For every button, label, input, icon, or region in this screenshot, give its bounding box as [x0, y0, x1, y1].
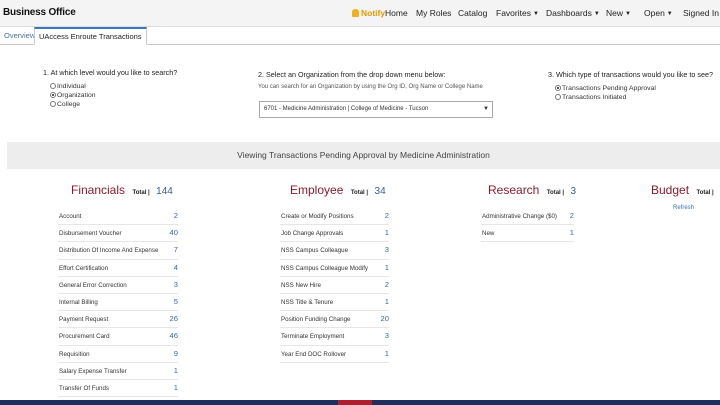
list-item: Effort Certification 4 — [58, 260, 178, 277]
radio-initiated[interactable]: Transactions Initiated — [555, 94, 713, 101]
nav-notify[interactable]: Notify — [352, 8, 385, 18]
list-item: General Error Correction 3 — [58, 277, 178, 294]
radio-organization[interactable]: Organization — [50, 92, 177, 99]
radio-pending-approval[interactable]: Transactions Pending Approval — [555, 85, 713, 92]
list-item: Create or Modify Positions 2 — [280, 208, 389, 226]
employee-header: Employee Total | 34 — [290, 181, 386, 199]
list-item: Requisition 9 — [58, 346, 178, 363]
list-item: Disbursement Voucher 40 — [58, 225, 178, 243]
list-item: Administrative Change ($0) 2 — [481, 208, 574, 226]
total-label: Total | — [696, 190, 714, 196]
refresh-link[interactable]: Refresh — [673, 205, 694, 211]
nav-signed-in-user[interactable]: Signed In Wilbrn — [683, 8, 720, 18]
list-item: NSS New Hire 2 — [280, 277, 389, 294]
nav-new[interactable]: New ▼ — [606, 8, 631, 18]
list-item: New 1 — [481, 225, 574, 243]
level-question-title: 1. At which level would you like to sear… — [43, 68, 178, 77]
total-label: Total | — [546, 190, 565, 196]
employee-total[interactable]: 34 — [375, 186, 386, 197]
employee-list: Create or Modify Positions 2 Job Change A… — [280, 208, 389, 363]
list-item: Salary Expense Transfer 1 — [58, 363, 178, 380]
top-navigation-bar: Business Office Notify Home My Roles Cat… — [0, 0, 720, 27]
radio-icon — [555, 94, 561, 100]
list-item: Internal Billing 5 — [58, 294, 178, 312]
list-item: NSS Campus Colleague Modify 1 — [280, 260, 389, 277]
financials-total[interactable]: 144 — [156, 186, 173, 197]
tab-uaccess-enroute-transactions[interactable]: UAccess Enroute Transactions — [34, 27, 147, 45]
organization-select-value: 6701 - Medicine Administration | College… — [264, 106, 429, 112]
radio-icon — [50, 101, 56, 107]
total-label: Total | — [350, 190, 369, 196]
organization-select[interactable]: 6701 - Medicine Administration | College… — [259, 101, 493, 118]
footer-stripe — [0, 400, 720, 405]
dropdown-arrow-icon: ▼ — [483, 106, 489, 112]
list-item: Year End DOC Rollover 1 — [280, 346, 389, 363]
list-item: Distribution Of Income And Expense 7 — [58, 242, 178, 260]
organization-hint: You can search for an Organization by us… — [258, 84, 483, 90]
list-item: NSS Campus Colleague 3 — [280, 242, 389, 260]
organization-question-title: 2. Select an Organization from the drop … — [258, 70, 446, 79]
nav-favorites[interactable]: Favorites ▼ — [496, 8, 539, 18]
nav-open[interactable]: Open ▼ — [644, 8, 673, 18]
employee-title: Employee — [290, 183, 344, 197]
transaction-type-question-title: 3. Which type of transactions would you … — [548, 70, 714, 79]
nav-catalog[interactable]: Catalog — [458, 8, 487, 18]
budget-header: Budget Total | 0 — [651, 181, 720, 199]
nav-home[interactable]: Home — [385, 8, 408, 18]
transaction-type-question: 3. Which type of transactions would you … — [548, 70, 713, 101]
organization-question: 2. Select an Organization from the drop … — [258, 70, 483, 90]
list-item: Position Funding Change 20 — [280, 311, 389, 329]
caret-down-icon: ▼ — [625, 11, 631, 17]
list-item: Transfer Of Funds 1 — [58, 380, 178, 398]
list-item: Procurement Card 46 — [58, 328, 178, 346]
radio-icon — [50, 83, 56, 89]
footer-accent — [338, 400, 372, 405]
caret-down-icon: ▼ — [593, 11, 600, 17]
total-label: Total | — [132, 190, 150, 196]
research-total[interactable]: 3 — [571, 186, 577, 197]
tab-strip: Overview UAccess Enroute Transactions — [0, 27, 720, 45]
budget-title: Budget — [651, 183, 690, 197]
nav-dashboards[interactable]: Dashboards ▼ — [546, 8, 600, 18]
radio-selected-icon — [50, 92, 56, 98]
list-item: Account 2 — [58, 208, 178, 226]
caret-down-icon: ▼ — [666, 11, 673, 17]
bell-icon — [352, 9, 359, 17]
level-question: 1. At which level would you like to sear… — [43, 68, 177, 108]
list-item: NSS Title & Tenure 1 — [280, 294, 389, 312]
list-item: Payment Request 26 — [58, 311, 178, 329]
radio-selected-icon — [555, 85, 561, 91]
financials-header: Financials Total | 144 — [71, 181, 173, 199]
radio-individual[interactable]: Individual — [50, 83, 177, 90]
research-list: Administrative Change ($0) 2 New 1 — [481, 208, 574, 243]
financials-list: Account 2 Disbursement Voucher 40 Distribu… — [58, 208, 178, 398]
radio-college[interactable]: College — [50, 101, 177, 108]
nav-my-roles[interactable]: My Roles — [416, 8, 451, 18]
viewing-banner: Viewing Transactions Pending Approval by… — [7, 142, 720, 169]
financials-title: Financials — [71, 183, 126, 197]
list-item: Job Change Approvals 1 — [280, 225, 389, 243]
research-title: Research — [488, 183, 540, 197]
caret-down-icon: ▼ — [532, 11, 539, 17]
list-item: Terminate Employment 3 — [280, 328, 389, 346]
app-title: Business Office — [3, 7, 76, 18]
research-header: Research Total | 3 — [488, 181, 576, 199]
